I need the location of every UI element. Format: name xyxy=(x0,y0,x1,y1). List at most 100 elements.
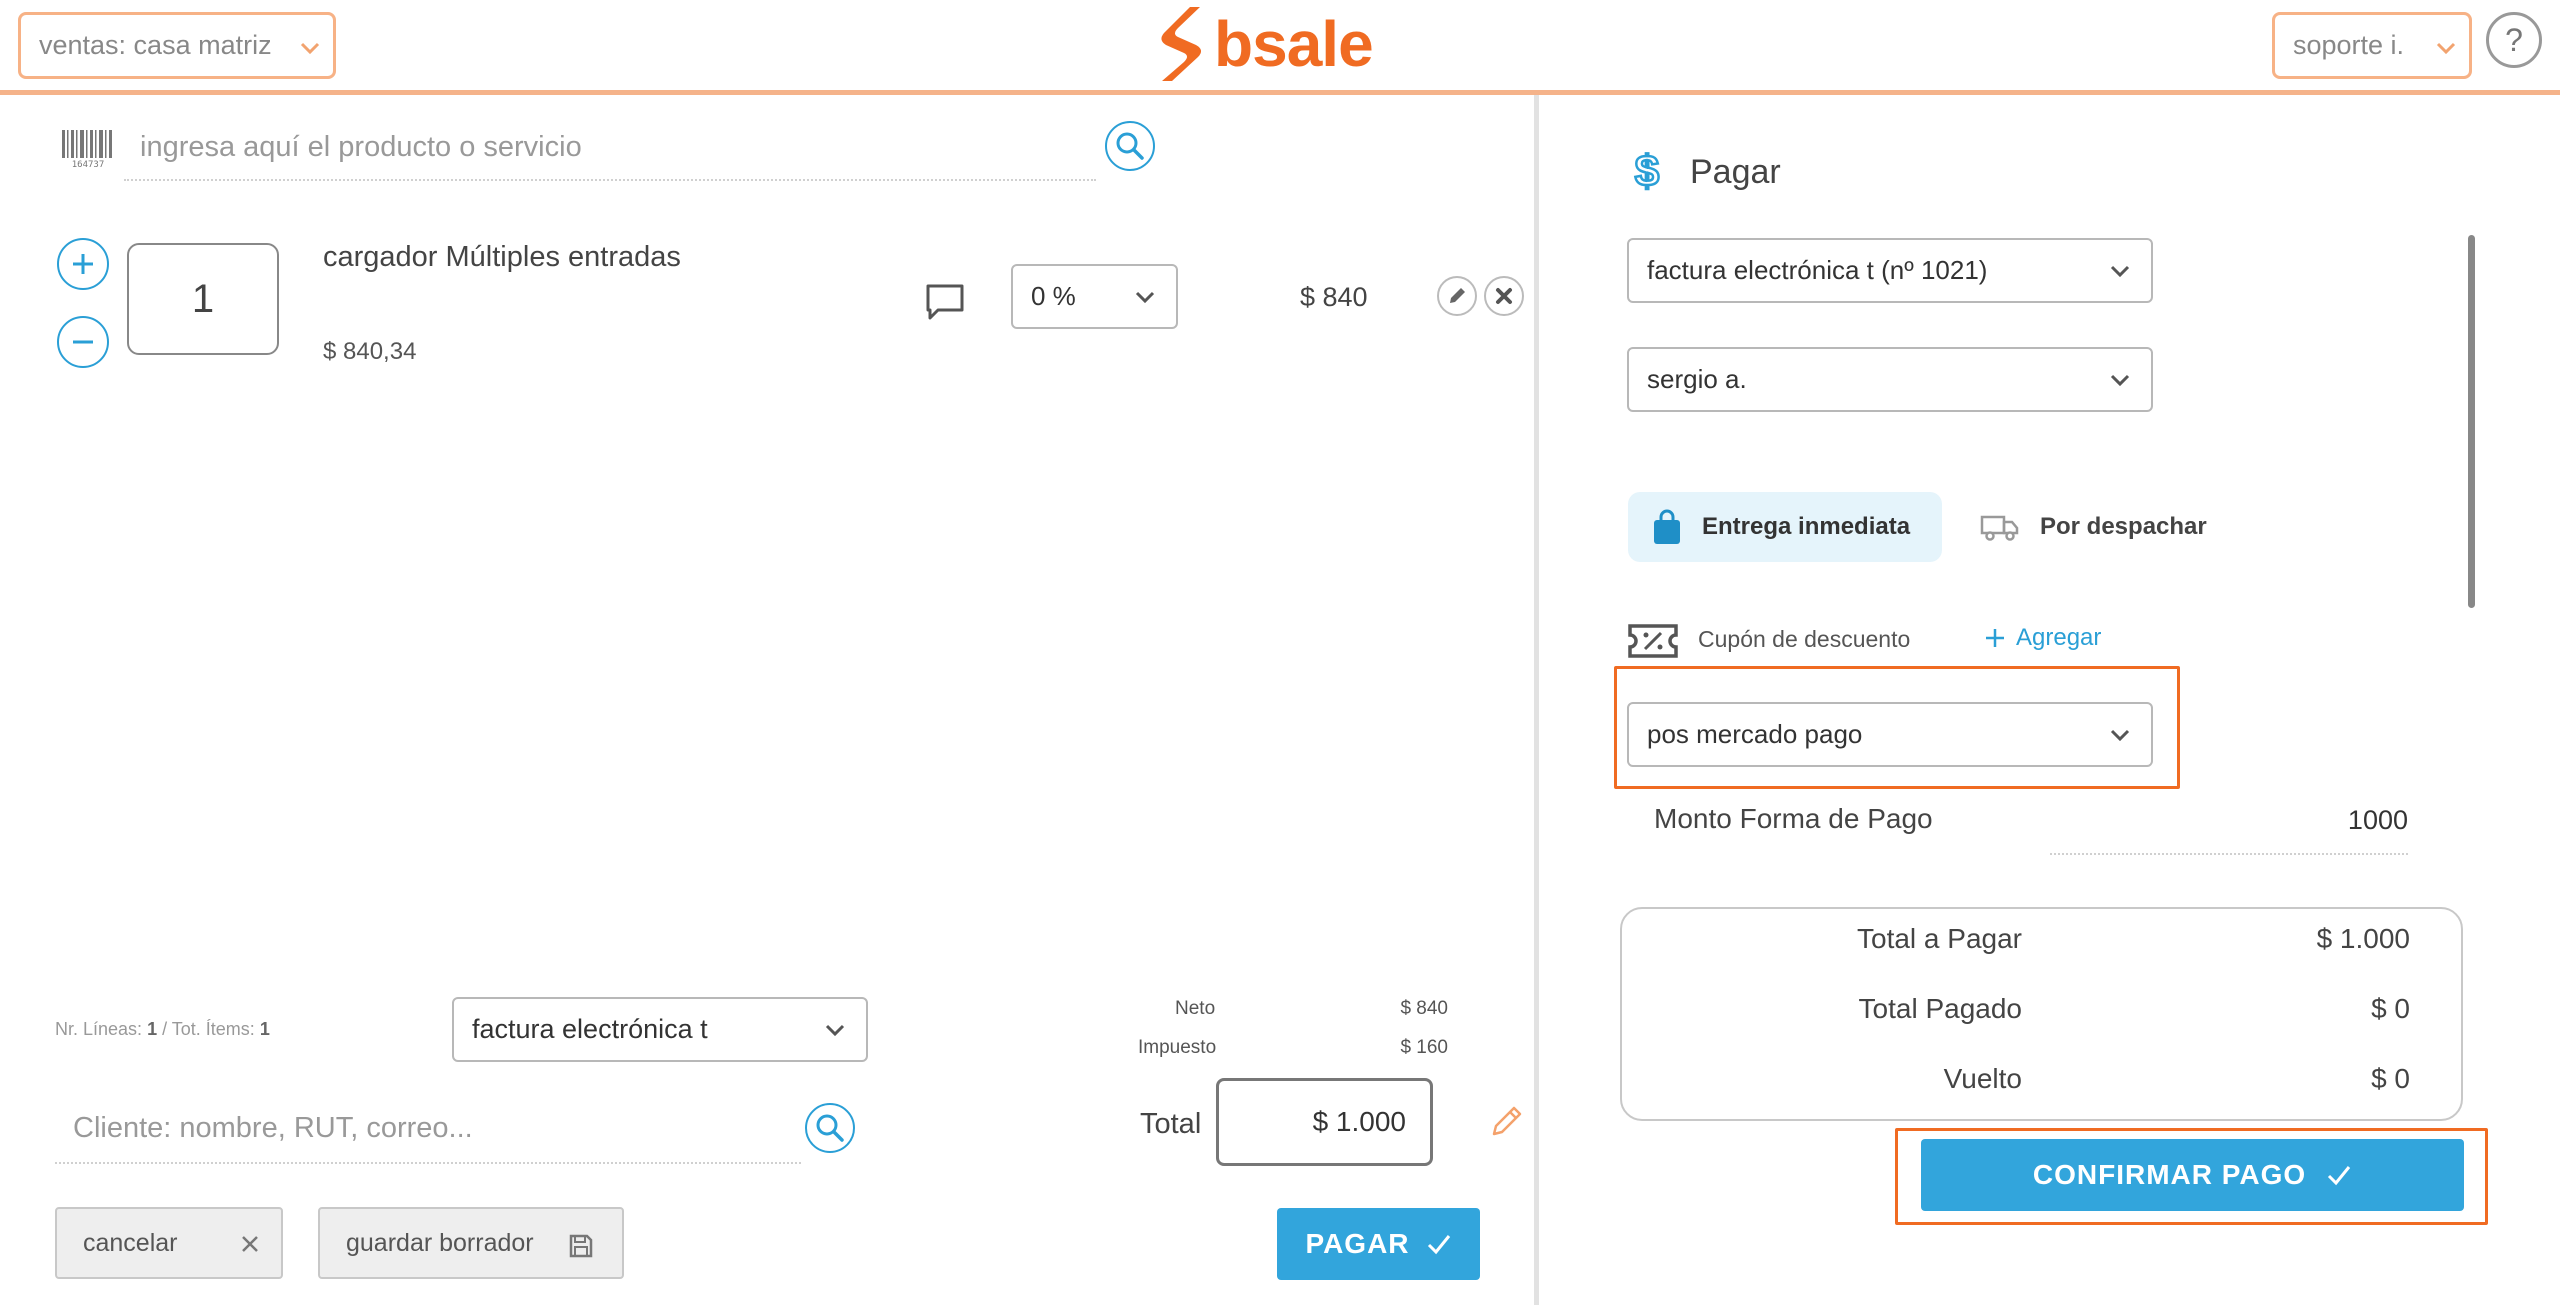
search-icon xyxy=(816,1114,844,1142)
change-label: Vuelto xyxy=(1943,1063,2022,1094)
payment-method-value: pos mercado pago xyxy=(1647,719,1863,749)
lines-label: Nr. Líneas: xyxy=(55,1019,143,1039)
seller-select-value: sergio a. xyxy=(1647,364,1747,394)
confirm-payment-button[interactable]: CONFIRMAR PAGO xyxy=(1921,1139,2464,1211)
logo-text: bsale xyxy=(1214,8,1374,80)
panel-divider xyxy=(1534,95,1539,1305)
coupon-label: Cupón de descuento xyxy=(1698,626,1911,652)
check-icon xyxy=(1427,1235,1450,1255)
minus-icon xyxy=(73,340,93,344)
bsale-logo: bsale xyxy=(1150,4,1410,84)
barcode-icon: 164737 xyxy=(62,130,112,168)
seller-select[interactable]: sergio a. xyxy=(1627,347,2153,412)
cancel-button[interactable]: cancelar xyxy=(55,1207,283,1279)
lines-value: 1 xyxy=(147,1019,158,1039)
delivery-immediate-tab[interactable]: Entrega inmediata xyxy=(1628,492,1942,562)
branch-select[interactable]: ventas: casa matriz xyxy=(18,12,336,79)
pay-panel-title: Pagar xyxy=(1690,153,1781,191)
scrollbar-thumb[interactable] xyxy=(2468,235,2475,608)
line-total: $ 840 xyxy=(1300,282,1368,312)
branch-select-label: ventas: casa matriz xyxy=(39,30,272,60)
client-search-input[interactable]: Cliente: nombre, RUT, correo... xyxy=(55,1094,801,1164)
product-search-input[interactable]: ingresa aquí el producto o servicio xyxy=(124,115,1096,181)
floppy-disk-icon xyxy=(569,1234,593,1258)
close-icon xyxy=(1496,288,1512,304)
document-type-select[interactable]: factura electrónica t xyxy=(452,997,868,1062)
client-search-button[interactable] xyxy=(805,1103,855,1153)
client-search-placeholder: Cliente: nombre, RUT, correo... xyxy=(73,1111,473,1144)
plus-icon xyxy=(73,254,93,274)
total-to-pay-label: Total a Pagar xyxy=(1857,923,2022,954)
chevron-down-icon xyxy=(2110,374,2130,386)
discount-value: 0 % xyxy=(1031,281,1076,311)
payment-method-select[interactable]: pos mercado pago xyxy=(1627,702,2153,767)
plus-icon xyxy=(1986,629,2004,647)
impuesto-value: $ 160 xyxy=(1400,1037,1448,1058)
payment-amount-label: Monto Forma de Pago xyxy=(1654,803,1933,834)
remove-line-button[interactable] xyxy=(1484,276,1524,316)
total-paid-value: $ 0 xyxy=(2371,993,2410,1024)
truck-icon xyxy=(1980,515,2019,541)
add-coupon-label: Agregar xyxy=(2016,624,2102,651)
quantity-field[interactable]: 1 xyxy=(127,243,279,355)
save-draft-label: guardar borrador xyxy=(346,1228,534,1257)
svg-text:164737: 164737 xyxy=(72,160,105,168)
total-value: $ 1.000 xyxy=(1312,1106,1406,1137)
add-coupon-link[interactable]: Agregar xyxy=(1984,624,2101,652)
unit-price: $ 840,34 xyxy=(323,338,417,365)
chevron-down-icon xyxy=(1135,291,1155,303)
items-value: 1 xyxy=(259,1019,270,1039)
payment-amount-input[interactable]: 1000 xyxy=(2050,805,2408,855)
total-to-pay-value: $ 1.000 xyxy=(2316,923,2410,954)
chevron-down-icon xyxy=(2110,265,2130,277)
increase-qty-button[interactable] xyxy=(57,238,109,290)
product-search-placeholder: ingresa aquí el producto o servicio xyxy=(140,130,582,163)
pay-button[interactable]: PAGAR xyxy=(1277,1208,1480,1280)
check-icon xyxy=(2328,1166,2351,1186)
pencil-icon[interactable] xyxy=(1488,1104,1524,1140)
invoice-select-value: factura electrónica t (nº 1021) xyxy=(1647,255,1988,285)
close-icon xyxy=(242,1236,258,1252)
decrease-qty-button[interactable] xyxy=(57,316,109,368)
pay-label: PAGAR xyxy=(1305,1228,1410,1259)
neto-label: Neto xyxy=(1175,998,1216,1019)
search-icon xyxy=(1116,132,1144,160)
chevron-down-icon xyxy=(2436,42,2456,55)
shopping-bag-icon xyxy=(1654,509,1680,544)
delivery-dispatch-tab[interactable]: Por despachar xyxy=(1980,492,2230,562)
line-item-counts: Nr. Líneas: 1 / Tot. Ítems: 1 xyxy=(55,1019,270,1040)
save-draft-button[interactable]: guardar borrador xyxy=(318,1207,624,1279)
user-select-label: soporte i. xyxy=(2293,30,2405,60)
chevron-down-icon xyxy=(2110,729,2130,741)
product-search-button[interactable] xyxy=(1105,121,1155,171)
impuesto-label: Impuesto xyxy=(1138,1037,1217,1058)
neto-value: $ 840 xyxy=(1400,998,1448,1019)
delivery-dispatch-label: Por despachar xyxy=(2040,513,2207,540)
dollar-icon: $ xyxy=(1634,148,1661,192)
pencil-icon xyxy=(1450,288,1465,303)
user-select[interactable]: soporte i. xyxy=(2272,12,2472,79)
items-label: / Tot. Ítems: xyxy=(162,1019,255,1039)
total-paid-label: Total Pagado xyxy=(1858,993,2022,1024)
quantity-value: 1 xyxy=(191,276,215,321)
chevron-down-icon xyxy=(300,42,320,55)
cancel-label: cancelar xyxy=(83,1228,178,1257)
edit-line-button[interactable] xyxy=(1437,276,1477,316)
logo-mark-icon xyxy=(1161,7,1202,81)
change-value: $ 0 xyxy=(2371,1063,2410,1094)
invoice-select[interactable]: factura electrónica t (nº 1021) xyxy=(1627,238,2153,303)
document-type-value: factura electrónica t xyxy=(472,1014,708,1044)
delivery-immediate-label: Entrega inmediata xyxy=(1702,513,1911,540)
discount-select[interactable]: 0 % xyxy=(1011,264,1178,329)
product-name: cargador Múltiples entradas xyxy=(323,241,681,273)
coupon-icon xyxy=(1628,624,1678,658)
total-label: Total xyxy=(1140,1108,1202,1140)
total-field[interactable]: $ 1.000 xyxy=(1216,1078,1433,1166)
payment-summary: Total a Pagar $ 1.000 Total Pagado $ 0 V… xyxy=(1620,907,2463,1121)
confirm-payment-label: CONFIRMAR PAGO xyxy=(2032,1159,2307,1190)
help-button[interactable]: ? xyxy=(2486,12,2542,68)
chevron-down-icon xyxy=(825,1024,845,1036)
comment-icon[interactable] xyxy=(924,282,968,324)
svg-text:$: $ xyxy=(1635,148,1659,192)
help-label: ? xyxy=(2505,21,2523,58)
